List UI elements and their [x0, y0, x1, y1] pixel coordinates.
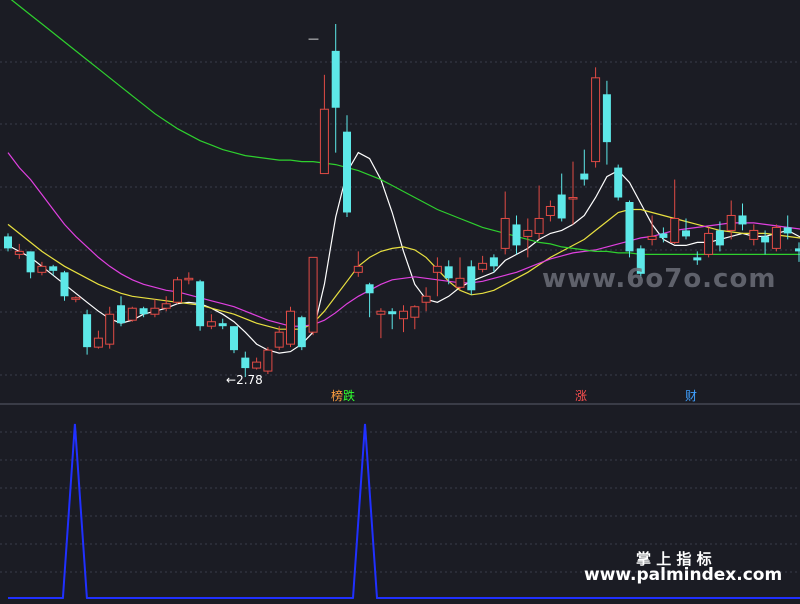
- candle-body-1: [14, 250, 24, 255]
- event-label-zhang: 涨: [575, 387, 587, 404]
- candle-body-55: [625, 202, 634, 252]
- candle-body-0: [4, 236, 12, 249]
- candle-body-9: [105, 313, 115, 345]
- candle-body-48: [545, 205, 555, 216]
- event-label-cai-text: 财: [685, 389, 698, 403]
- candle-body-52: [591, 77, 601, 163]
- candle-body-60: [682, 230, 690, 237]
- high-marker-text: —: [308, 32, 319, 45]
- candle-body-17: [196, 281, 205, 327]
- event-label-bang: 榜: [331, 389, 344, 403]
- candle-body-42: [478, 262, 488, 270]
- candle-body-14: [161, 303, 171, 309]
- candle-body-26: [297, 317, 306, 348]
- candle-body-58: [659, 233, 668, 238]
- low-price-annotation: ←2.78: [226, 373, 263, 387]
- event-label-zhang-text: 涨: [575, 389, 588, 403]
- candle-body-63: [715, 230, 724, 246]
- candle-body-41: [467, 266, 476, 291]
- candle-body-39: [444, 266, 453, 279]
- candle-body-37: [421, 295, 431, 303]
- candle-body-16: [184, 277, 194, 281]
- candle-body-70: [795, 248, 800, 252]
- candle-body-61: [693, 257, 702, 261]
- candle-body-36: [410, 306, 420, 318]
- candle-body-64: [726, 214, 736, 231]
- candle-body-23: [263, 349, 273, 372]
- candle-body-54: [614, 167, 623, 198]
- candle-body-32: [365, 284, 374, 294]
- watermark-6070-text: www.6o7o.com: [542, 264, 777, 294]
- watermark-palm-url-text: www.palmindex.com: [584, 565, 783, 585]
- candle-body-19: [218, 323, 227, 327]
- candle-body-65: [738, 215, 747, 225]
- candle-body-15: [173, 279, 182, 303]
- candle-body-59: [670, 217, 680, 243]
- candle-body-29: [331, 50, 340, 108]
- candle-body-40: [455, 277, 465, 288]
- candle-body-53: [602, 94, 611, 143]
- high-marker: —: [308, 32, 319, 45]
- watermark-6070: www.6o7o.com: [542, 264, 776, 294]
- event-label-cai: 财: [685, 387, 697, 404]
- candle-body-69: [783, 227, 792, 234]
- candle-body-5: [60, 272, 69, 297]
- low-price-label: 2.78: [236, 373, 263, 387]
- candle-body-47: [534, 217, 544, 234]
- event-label-bang-die: 榜跌: [331, 387, 355, 404]
- candle-body-38: [432, 265, 442, 273]
- candle-body-57: [647, 235, 657, 240]
- candle-body-28: [319, 108, 329, 175]
- candle-body-45: [512, 224, 521, 246]
- candle-body-13: [150, 307, 160, 315]
- candle-body-34: [388, 311, 397, 315]
- candle-body-33: [376, 310, 386, 315]
- candle-body-21: [241, 357, 250, 369]
- candle-body-68: [771, 226, 781, 249]
- candle-body-27: [308, 256, 318, 333]
- candle-body-10: [117, 305, 125, 324]
- candle-body-8: [93, 337, 103, 348]
- candle-body-11: [127, 307, 137, 321]
- candle-body-18: [206, 321, 216, 327]
- candle-body-35: [399, 310, 408, 320]
- watermark-palm-url: www.palmindex.com: [584, 565, 782, 585]
- candlestick-chart: [0, 0, 800, 600]
- candle-body-2: [26, 251, 35, 273]
- candle-body-49: [557, 194, 566, 219]
- candle-body-62: [704, 232, 714, 255]
- candle-body-20: [230, 326, 238, 351]
- candle-body-4: [49, 266, 58, 271]
- candle-body-3: [37, 265, 47, 273]
- candle-body-31: [353, 265, 363, 273]
- candle-body-25: [286, 310, 295, 345]
- candle-body-46: [523, 229, 533, 237]
- candle-body-6: [71, 297, 81, 300]
- candle-body-66: [749, 229, 759, 240]
- candle-body-51: [580, 173, 589, 180]
- candle-body-24: [274, 331, 284, 348]
- candle-body-44: [500, 217, 510, 249]
- candle-body-12: [139, 308, 148, 315]
- candle-body-67: [761, 236, 770, 243]
- candle-body-22: [252, 361, 262, 369]
- candle-body-50: [568, 197, 578, 200]
- candle-body-30: [343, 131, 351, 213]
- low-arrow-icon: ←: [226, 373, 237, 387]
- candle-body-43: [489, 257, 498, 267]
- event-label-die: 跌: [343, 389, 356, 403]
- candle-body-7: [83, 314, 92, 348]
- chart-root: ←2.78 — 榜跌 涨 财 www.6o7o.com 掌 上 指 标 www.…: [0, 0, 800, 600]
